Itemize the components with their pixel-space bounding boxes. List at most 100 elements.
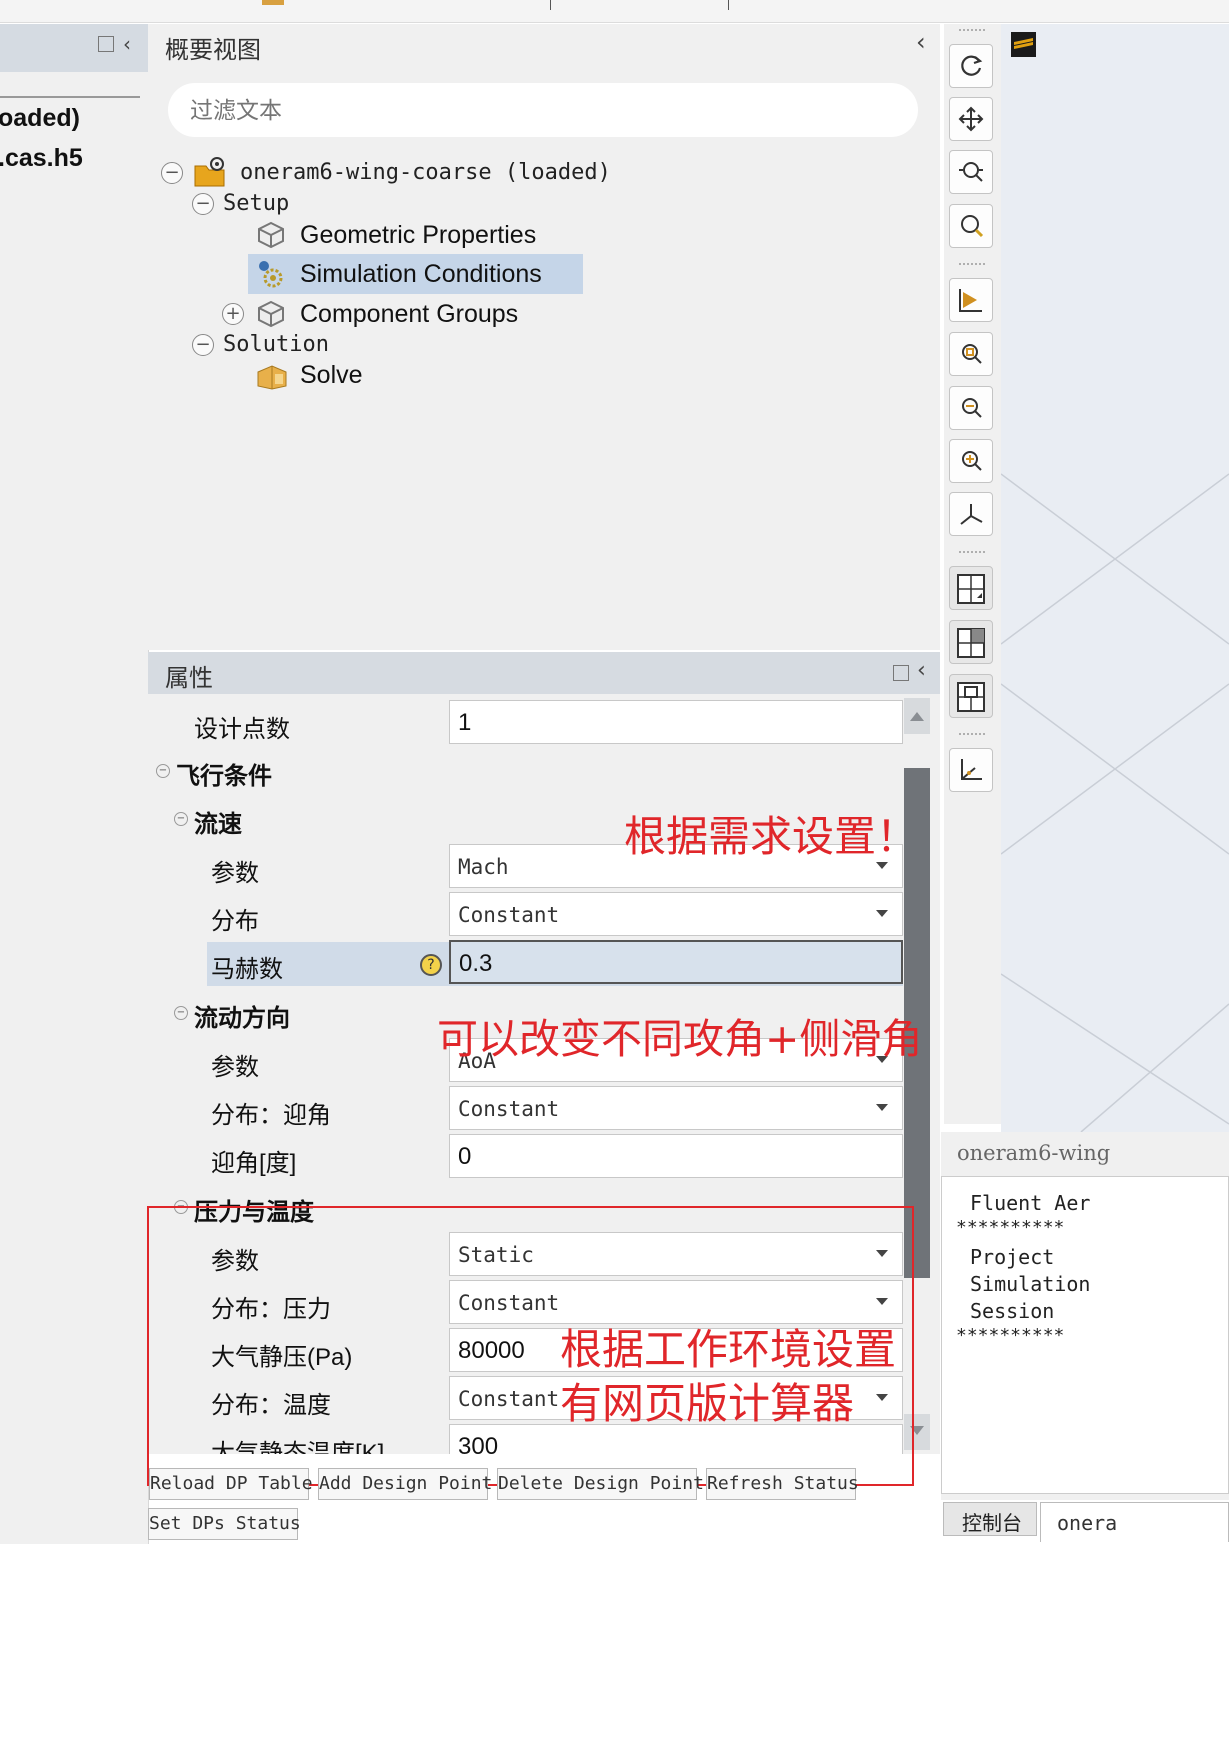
graphics-toolbar — [944, 24, 1001, 1124]
axis-triad-button[interactable] — [949, 748, 993, 792]
expand-toggle-icon[interactable]: + — [222, 303, 244, 325]
zoom-box-icon — [959, 162, 983, 182]
dropdown-arrow-icon — [876, 910, 888, 917]
left-tree-text-1: oaded) — [0, 104, 80, 132]
collapse-toggle-icon[interactable]: − — [192, 334, 214, 356]
annotation-highlight-box — [147, 1206, 914, 1486]
console-panel: oneram6-wing Fluent Aer ********** Proje… — [941, 1132, 1229, 1500]
reload-dp-table-button[interactable]: Reload DP Table — [149, 1468, 313, 1500]
delete-design-point-button[interactable]: Delete Design Point — [497, 1468, 704, 1500]
dropdown-value: Mach — [458, 855, 509, 879]
toolbar-icon[interactable] — [262, 0, 284, 5]
console-line: Session — [970, 1299, 1055, 1323]
help-icon[interactable]: ? — [420, 954, 442, 976]
pan-icon — [958, 106, 984, 132]
layout-split-button[interactable] — [949, 620, 993, 664]
console-stars: ********** — [956, 1217, 1065, 1238]
console-line: Fluent Aer — [970, 1191, 1091, 1215]
aoa-value: 0 — [458, 1143, 472, 1170]
console-output[interactable]: Fluent Aer ********** Project Simulation… — [941, 1176, 1229, 1494]
flow-direction-dist-dropdown[interactable]: Constant — [449, 1086, 903, 1130]
logo-icon — [1011, 32, 1036, 57]
collapse-chevron-icon[interactable]: ‹ — [917, 658, 926, 683]
zoom-out-button[interactable] — [949, 386, 993, 430]
mach-field[interactable]: 0.3 — [449, 940, 903, 984]
flow-direction-dist-label: 分布：迎角 — [211, 1102, 331, 1129]
scrollbar-up-button[interactable] — [904, 698, 930, 734]
aoa-label: 迎角[度] — [211, 1150, 297, 1177]
filter-input[interactable] — [168, 83, 892, 139]
design-points-field[interactable]: 1 — [449, 700, 903, 744]
annotation-set-as-needed: 根据需求设置！ — [624, 812, 919, 861]
console-tab-label: 控制台 — [962, 1513, 1022, 1535]
restore-icon[interactable] — [98, 36, 114, 52]
toolbar-grip — [958, 262, 986, 266]
collapse-chevron-icon[interactable]: ‹ — [916, 28, 926, 56]
tree-item-geometric-properties[interactable]: Geometric Properties — [300, 221, 536, 250]
outline-title: 概要视图 — [165, 36, 261, 64]
collapse-toggle-icon[interactable]: − — [192, 193, 214, 215]
mach-label: 马赫数 — [211, 956, 283, 983]
set-dps-status-button[interactable]: Set DPs Status — [148, 1508, 301, 1540]
fit-view-icon — [959, 289, 982, 312]
left-tree-text-2: .cas.h5 — [0, 144, 83, 172]
add-design-point-button[interactable]: Add Design Point — [318, 1468, 492, 1500]
left-panel-header: ‹ — [0, 24, 148, 72]
project-folder-icon — [194, 156, 228, 188]
flow-direction-section: 流动方向 — [194, 1005, 290, 1032]
graphics-viewport[interactable] — [1001, 24, 1229, 1132]
axis-triad-icon — [961, 759, 982, 780]
zoom-in-button[interactable] — [949, 439, 993, 483]
component-groups-icon — [256, 300, 286, 328]
zoom-icon — [961, 215, 984, 238]
fit-view-button[interactable] — [949, 278, 993, 322]
filter-field[interactable] — [168, 83, 918, 139]
tree-root-label[interactable]: oneram6-wing-coarse (loaded) — [240, 160, 611, 185]
layout-1-icon — [957, 574, 985, 604]
mach-value: 0.3 — [459, 950, 493, 977]
flow-speed-section: 流速 — [194, 811, 242, 838]
aoa-field[interactable]: 0 — [449, 1134, 903, 1178]
collapse-toggle-icon[interactable]: − — [161, 162, 183, 184]
axes-icon — [960, 504, 983, 525]
tree-item-component-groups[interactable]: Component Groups — [300, 300, 518, 329]
flow-speed-dist-label: 分布 — [211, 908, 259, 935]
collapse-chevron-icon[interactable]: ‹ — [123, 32, 131, 56]
toolbar-grip — [958, 550, 986, 554]
rotate-icon — [961, 55, 983, 76]
toolbar-separator — [728, 0, 729, 10]
toolbar-grip — [958, 732, 986, 736]
console-stars: ********** — [956, 1325, 1065, 1346]
tree-item-solution[interactable]: Solution — [223, 332, 329, 357]
collapse-toggle-icon[interactable]: − — [156, 764, 170, 778]
solve-icon — [256, 362, 288, 390]
zoom-box-button[interactable] — [949, 150, 993, 194]
flow-speed-dist-dropdown[interactable]: Constant — [449, 892, 903, 936]
dropdown-value: Constant — [458, 903, 560, 927]
zoom-fit-button[interactable] — [949, 332, 993, 376]
restore-icon[interactable] — [893, 665, 909, 681]
layout-single-button[interactable] — [949, 566, 993, 610]
left-panel-divider — [0, 96, 140, 98]
console-tab[interactable]: 控制台 — [943, 1502, 1037, 1536]
tree-item-setup[interactable]: Setup — [223, 191, 289, 216]
dropdown-arrow-icon — [876, 1104, 888, 1111]
viewport-grid — [1001, 24, 1229, 1132]
layout-quad-button[interactable] — [949, 674, 993, 718]
pan-button[interactable] — [949, 97, 993, 141]
rotate-button[interactable] — [949, 44, 993, 88]
collapse-toggle-icon[interactable]: − — [174, 1006, 188, 1020]
tree-item-simulation-conditions[interactable]: Simulation Conditions — [300, 260, 542, 289]
properties-title: 属性 — [165, 664, 213, 692]
toolbar-separator — [550, 0, 551, 10]
axes-button[interactable] — [949, 492, 993, 536]
collapse-toggle-icon[interactable]: − — [174, 812, 188, 826]
tree-item-solve[interactable]: Solve — [300, 361, 363, 390]
zoom-out-icon — [962, 398, 982, 418]
refresh-status-button[interactable]: Refresh Status — [706, 1468, 859, 1500]
console-line: Simulation — [970, 1272, 1091, 1296]
output-tab[interactable]: onera — [1040, 1502, 1229, 1542]
design-points-label: 设计点数 — [194, 716, 290, 743]
flow-direction-param-label: 参数 — [211, 1054, 259, 1081]
zoom-button[interactable] — [949, 204, 993, 248]
